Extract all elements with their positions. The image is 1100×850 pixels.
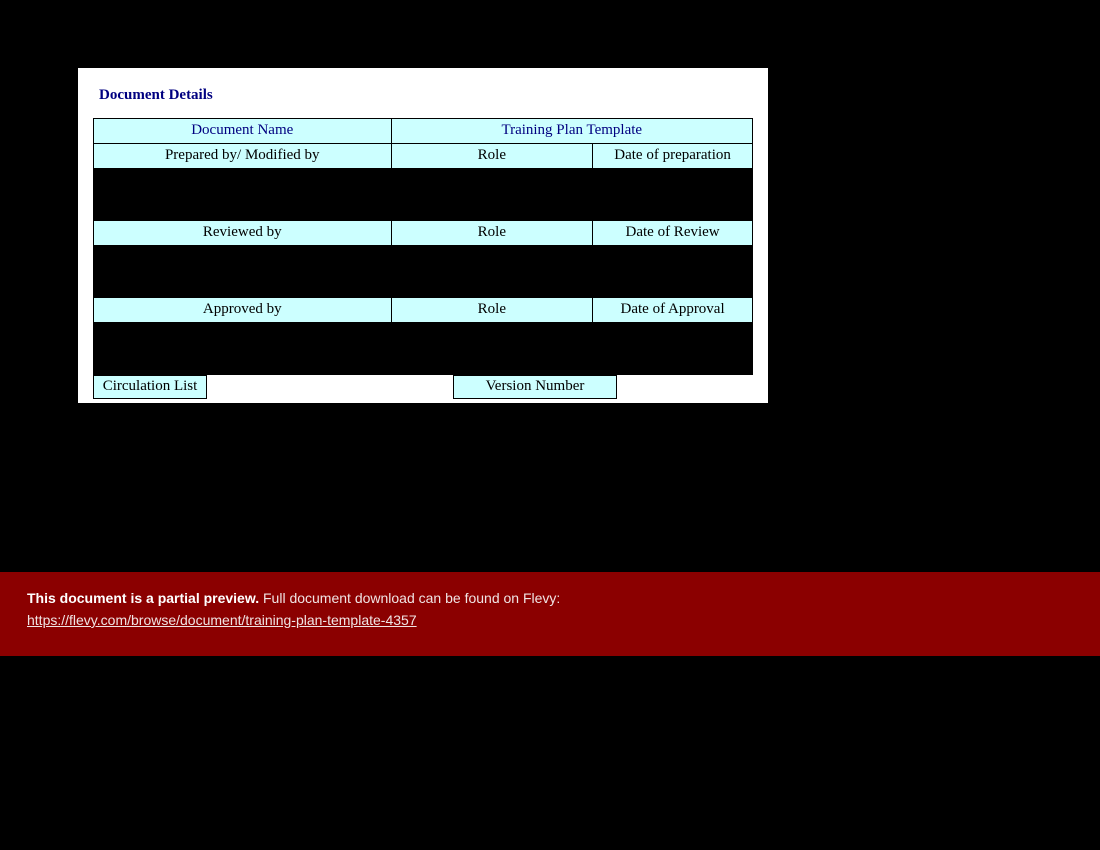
- circulation-list-cell: Circulation List: [93, 375, 207, 399]
- page-inner: Document Details Document Name Training …: [78, 68, 768, 403]
- prepared-date-label: Date of preparation: [593, 144, 753, 169]
- approved-role-label: Role: [391, 298, 593, 323]
- circulation-list-label: Circulation List: [94, 376, 207, 399]
- version-number-label: Version Number: [454, 376, 617, 399]
- reviewed-role-label: Role: [391, 221, 593, 246]
- header-name-label: Document Name: [94, 119, 392, 144]
- approved-by-label: Approved by: [94, 298, 392, 323]
- mini-tables-row: Circulation List Version Number: [93, 375, 753, 403]
- prepared-role-label: Role: [391, 144, 593, 169]
- document-details-table: Document Name Training Plan Template Pre…: [93, 118, 753, 375]
- footer-link[interactable]: https://flevy.com/browse/document/traini…: [27, 612, 417, 628]
- prepared-by-label: Prepared by/ Modified by: [94, 144, 392, 169]
- gap-row: [94, 246, 753, 298]
- preview-footer: This document is a partial preview. Full…: [0, 572, 1100, 656]
- reviewed-date-label: Date of Review: [593, 221, 753, 246]
- header-row: Document Name Training Plan Template: [94, 119, 753, 144]
- version-number-cell: Version Number: [453, 375, 617, 399]
- gap-row: [94, 169, 753, 221]
- reviewed-row: Reviewed by Role Date of Review: [94, 221, 753, 246]
- document-page: Document Details Document Name Training …: [78, 68, 768, 403]
- reviewed-by-label: Reviewed by: [94, 221, 392, 246]
- footer-text-line: This document is a partial preview. Full…: [27, 590, 1100, 606]
- prepared-row: Prepared by/ Modified by Role Date of pr…: [94, 144, 753, 169]
- section-title: Document Details: [99, 87, 753, 104]
- approved-row: Approved by Role Date of Approval: [94, 298, 753, 323]
- footer-lead: This document is a partial preview.: [27, 590, 259, 606]
- gap-row: [94, 323, 753, 375]
- header-name-value: Training Plan Template: [391, 119, 752, 144]
- footer-rest: Full document download can be found on F…: [259, 590, 560, 606]
- approved-date-label: Date of Approval: [593, 298, 753, 323]
